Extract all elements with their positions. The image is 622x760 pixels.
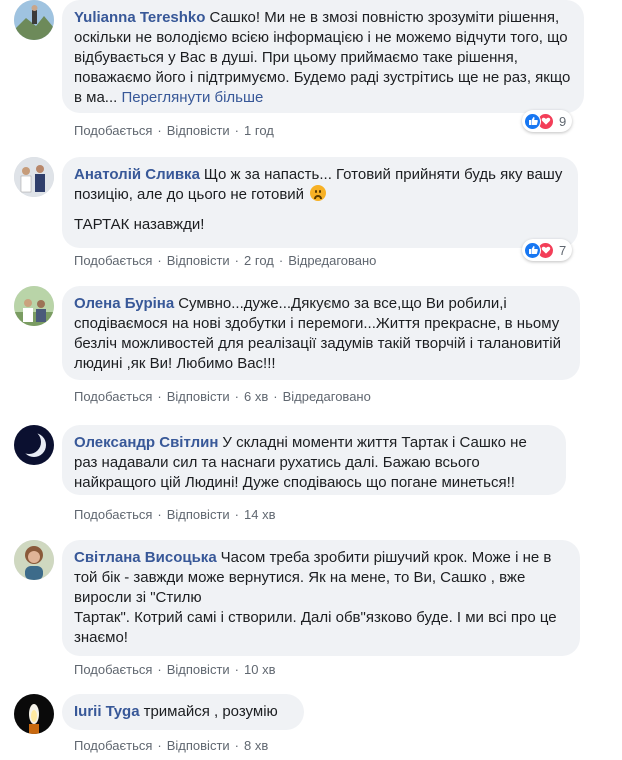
reply-link[interactable]: Відповісти [167, 389, 230, 404]
reply-link[interactable]: Відповісти [167, 253, 230, 268]
separator: · [157, 662, 162, 677]
comment-actions: Подобається · Відповісти · 14 хв [74, 507, 276, 523]
comment-bubble: Yulianna Tereshko Сашко! Ми не в змозі по… [62, 0, 584, 113]
edited-label: Відредаговано [288, 253, 377, 268]
comment-author[interactable]: Yulianna Tereshko [74, 9, 205, 26]
avatar[interactable] [14, 694, 54, 734]
separator: · [234, 738, 240, 753]
like-link[interactable]: Подобається [74, 123, 152, 138]
comment-author[interactable]: Iurii Tyga [74, 703, 140, 720]
separator: · [234, 253, 240, 268]
separator: · [157, 507, 162, 522]
avatar[interactable] [14, 425, 54, 465]
like-link[interactable]: Подобається [74, 662, 152, 677]
like-link[interactable]: Подобається [74, 738, 152, 753]
separator: · [157, 123, 162, 138]
reactions-badge[interactable]: 9 [522, 110, 573, 132]
comment-bubble: Iurii Tyga тримайся , розумію [62, 694, 304, 730]
separator: · [234, 507, 240, 522]
comment-author[interactable]: Олена Буріна [74, 295, 174, 312]
avatar-mountain-photo [14, 0, 54, 40]
avatar-moon-icon [14, 425, 54, 465]
separator: · [273, 389, 278, 404]
comment-time[interactable]: 2 год [244, 253, 274, 268]
separator: · [157, 738, 162, 753]
like-icon [524, 112, 541, 130]
like-link[interactable]: Подобається [74, 507, 152, 522]
reply-link[interactable]: Відповісти [167, 738, 230, 753]
separator: · [234, 389, 240, 404]
comment-time[interactable]: 14 хв [244, 507, 275, 522]
separator: · [157, 389, 162, 404]
reply-link[interactable]: Відповісти [167, 123, 230, 138]
edited-label: Відредаговано [282, 389, 371, 404]
comment-text-paragraph: ТАРТАК назавжди! [74, 216, 205, 233]
comment-author[interactable]: Олександр Світлин [74, 434, 218, 451]
comment-author[interactable]: Світлана Висоцька [74, 549, 217, 566]
comment-author[interactable]: Анатолій Сливка [74, 166, 200, 183]
reactions-badge[interactable]: 7 [522, 239, 573, 261]
comment-bubble: Анатолій Сливка Що ж за напасть... Готови… [62, 157, 578, 248]
separator: · [278, 253, 284, 268]
separator: · [234, 123, 240, 138]
avatar-group-photo [14, 157, 54, 197]
like-link[interactable]: Подобається [74, 389, 152, 404]
comment-time[interactable]: 10 хв [244, 662, 275, 677]
avatar-portrait-photo [14, 540, 54, 580]
comment-time[interactable]: 1 год [244, 123, 274, 138]
reaction-count: 7 [559, 242, 567, 258]
comment-bubble: Світлана Висоцька Часом треба зробити ріш… [62, 540, 580, 656]
sad-face-emoji-icon [310, 185, 327, 201]
avatar-outdoor-photo [14, 286, 54, 326]
comment-bubble: Олександр Світлин У складні моменти життя… [62, 425, 566, 495]
comment-actions: Подобається · Відповісти · 8 хв [74, 738, 268, 754]
comment-actions: Подобається · Відповісти · 10 хв [74, 662, 276, 678]
comment-actions: Подобається · Відповісти · 1 год [74, 123, 274, 139]
comment-text: тримайся , розумію [143, 703, 278, 720]
comment-actions: Подобається · Відповісти · 2 год · Відредагова… [74, 253, 376, 269]
reaction-count: 9 [559, 113, 567, 129]
comment-time[interactable]: 6 хв [244, 389, 268, 404]
avatar[interactable] [14, 540, 54, 580]
separator: · [234, 662, 240, 677]
avatar[interactable] [14, 0, 54, 40]
see-more-link[interactable]: Переглянути більше [121, 89, 263, 106]
comment-time[interactable]: 8 хв [244, 738, 268, 753]
avatar-candle-icon [14, 694, 54, 734]
comment-bubble: Олена Буріна Сумвно...дуже...Дякуємо за в… [62, 286, 580, 380]
like-icon [524, 241, 541, 259]
comment-actions: Подобається · Відповісти · 6 хв · Відредагован… [74, 389, 371, 405]
avatar[interactable] [14, 157, 54, 197]
reply-link[interactable]: Відповісти [167, 662, 230, 677]
avatar[interactable] [14, 286, 54, 326]
separator: · [157, 253, 162, 268]
reply-link[interactable]: Відповісти [167, 507, 230, 522]
like-link[interactable]: Подобається [74, 253, 152, 268]
